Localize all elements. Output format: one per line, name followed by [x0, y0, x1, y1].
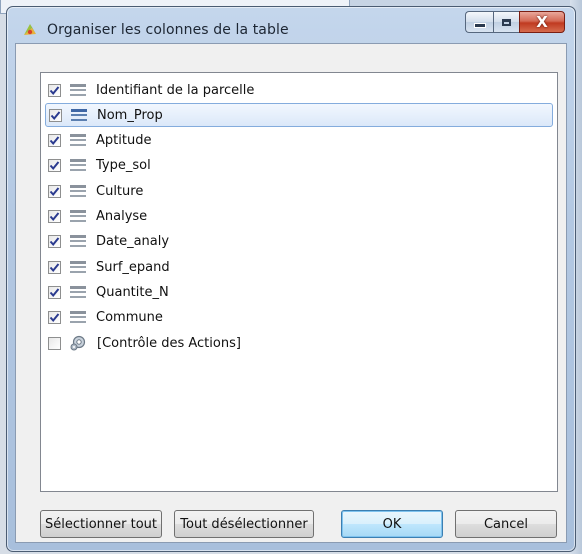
window-controls: X [465, 11, 565, 33]
column-list-item[interactable]: Identifiant de la parcelle [45, 78, 553, 102]
column-label: Analyse [96, 209, 148, 224]
close-icon: X [536, 12, 548, 31]
checkmark-icon [49, 136, 60, 146]
field-icon [70, 184, 86, 198]
checkmark-icon [49, 313, 60, 323]
column-label: Nom_Prop [97, 107, 163, 123]
checkmark-icon [49, 237, 60, 247]
maximize-button[interactable] [493, 11, 519, 33]
column-label: Commune [96, 310, 163, 326]
column-list-item[interactable]: Aptitude [45, 129, 553, 153]
field-icon [70, 260, 86, 274]
field-icon [70, 235, 86, 248]
field-icon [70, 83, 86, 97]
field-icon [70, 134, 86, 147]
column-label: Aptitude [96, 133, 152, 149]
field-icon [71, 108, 87, 122]
field-icon [70, 159, 86, 172]
column-list-item[interactable]: Commune [45, 306, 553, 330]
column-label: Type_sol [96, 158, 151, 174]
checkbox-checked[interactable] [48, 83, 61, 97]
checkmark-icon [49, 85, 60, 95]
checkmark-icon [49, 288, 60, 297]
field-icon [70, 311, 86, 324]
column-list-item[interactable]: Culture [45, 179, 553, 203]
column-label: [Contrôle des Actions] [97, 335, 241, 351]
gear-icon [70, 335, 86, 351]
dialog-window: Organiser les colonnes de la table X Ide… [6, 6, 576, 552]
select-all-button[interactable]: Sélectionner tout [40, 510, 162, 538]
column-label: Surf_epand [96, 259, 170, 275]
minimize-button[interactable] [465, 11, 493, 33]
column-list-item[interactable]: Surf_epand [45, 255, 553, 279]
checkbox-checked[interactable] [49, 108, 62, 122]
checkbox-checked[interactable] [48, 134, 61, 148]
cancel-button[interactable]: Cancel [455, 510, 557, 538]
column-label: Identifiant de la parcelle [96, 82, 255, 98]
checkmark-icon [49, 187, 60, 196]
checkbox-checked[interactable] [48, 210, 61, 223]
column-list-item[interactable]: Date_analy [45, 230, 553, 254]
column-list-item[interactable]: Nom_Prop [45, 103, 553, 128]
deselect-all-button[interactable]: Tout désélectionner [174, 510, 314, 538]
checkbox-unchecked[interactable] [48, 336, 61, 350]
qgis-app-icon [24, 24, 36, 35]
column-list-item[interactable]: Type_sol [45, 154, 553, 178]
checkmark-icon [49, 161, 60, 171]
window-title: Organiser les colonnes de la table [47, 22, 289, 38]
checkbox-checked[interactable] [48, 260, 61, 274]
dialog-body: Identifiant de la parcelle Nom_Prop Aptitu… [15, 43, 567, 543]
column-list-item[interactable]: [Contrôle des Actions] [45, 331, 553, 355]
checkbox-checked[interactable] [48, 285, 61, 299]
field-icon [70, 285, 86, 299]
column-list-item[interactable]: Quantite_N [45, 280, 553, 304]
close-button[interactable]: X [519, 11, 565, 33]
checkbox-checked[interactable] [48, 184, 61, 198]
column-list-item[interactable]: Analyse [45, 205, 553, 229]
maximize-icon [502, 18, 511, 26]
field-icon [70, 210, 86, 223]
ok-button[interactable]: OK [341, 510, 443, 538]
checkmark-icon [50, 111, 61, 120]
minimize-icon [473, 23, 486, 28]
checkbox-checked[interactable] [48, 235, 61, 249]
checkmark-icon [49, 262, 60, 272]
checkmark-icon [49, 212, 60, 222]
checkbox-checked[interactable] [48, 311, 61, 325]
column-label: Date_analy [96, 234, 170, 250]
columns-list[interactable]: Identifiant de la parcelle Nom_Prop Aptitu… [40, 72, 558, 492]
column-label: Culture [96, 183, 144, 199]
checkbox-checked[interactable] [48, 159, 61, 173]
column-label: Quantite_N [96, 284, 169, 300]
